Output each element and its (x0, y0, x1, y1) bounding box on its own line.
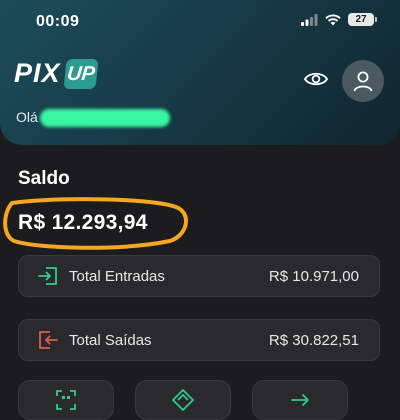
total-expenses-card[interactable]: Total Saídas R$ 30.822,51 (18, 319, 380, 361)
total-expenses-amount: R$ 30.822,51 (268, 331, 359, 349)
total-income-card[interactable]: Total Entradas R$ 10.971,00 (18, 255, 380, 297)
transfer-button[interactable] (252, 380, 348, 420)
total-income-label: Total Entradas (69, 267, 165, 285)
app-logo: PIX UP (14, 58, 99, 89)
status-icons: 27 (301, 13, 377, 26)
balance-label: Saldo (18, 168, 70, 189)
total-expenses-label: Total Saídas (69, 331, 152, 349)
total-income-amount: R$ 10.971,00 (268, 267, 359, 285)
balance-value: R$ 12.293,94 (18, 211, 148, 234)
pix-button[interactable] (135, 380, 231, 420)
status-time: 00:09 (36, 13, 80, 30)
user-icon (353, 71, 373, 92)
toggle-balance-visibility-button[interactable] (303, 68, 329, 90)
greeting-text: Olá (16, 109, 38, 125)
logo-badge: UP (62, 58, 99, 89)
wifi-icon (325, 13, 341, 25)
greeting: Olá (16, 109, 170, 128)
arrow-out-icon (37, 329, 59, 351)
arrow-in-icon (37, 265, 59, 287)
app-header: 00:09 27 PIX UP Olá (0, 0, 400, 145)
pix-icon (172, 389, 194, 411)
eye-icon (303, 72, 329, 86)
redacted-user-name (39, 109, 170, 128)
arrow-right-icon (291, 394, 309, 406)
logo-text: PIX (14, 58, 61, 88)
qr-scan-button[interactable] (18, 380, 114, 420)
signal-icon (301, 13, 318, 26)
battery-indicator: 27 (348, 13, 377, 26)
profile-avatar-button[interactable] (342, 60, 384, 102)
qr-scan-icon (56, 390, 76, 410)
